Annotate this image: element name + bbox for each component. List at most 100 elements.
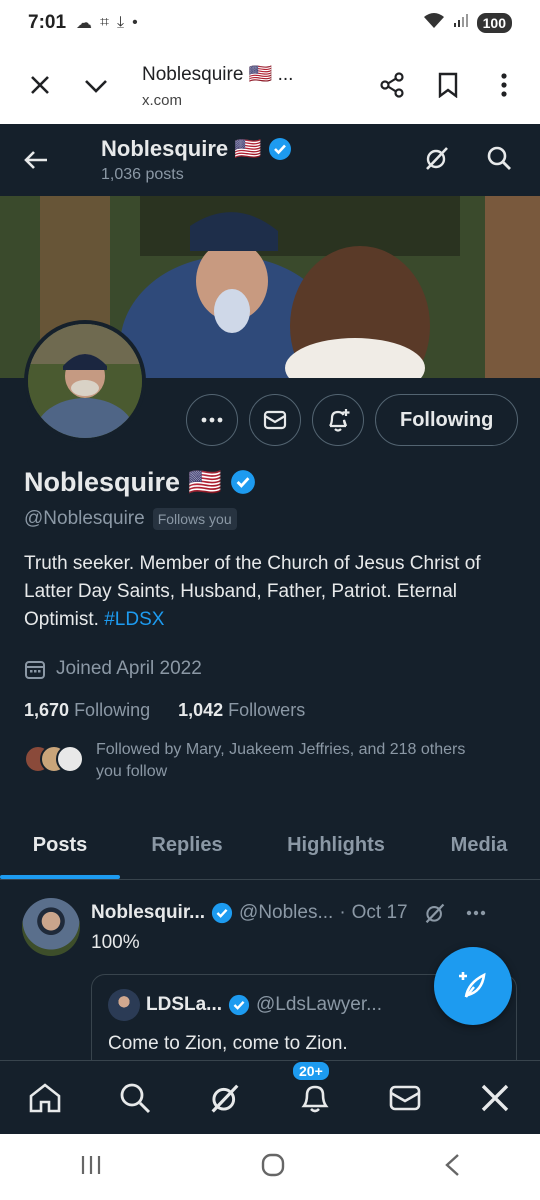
back-nav-button[interactable] [443, 1152, 461, 1183]
following-count-link[interactable]: 1,670 Following [24, 700, 150, 721]
page-title: Noblesquire 🇺🇸 ... [142, 63, 294, 85]
ellipsis-icon [201, 417, 223, 423]
post-author-avatar[interactable] [22, 898, 80, 956]
android-navigation [0, 1134, 540, 1200]
followed-by-row[interactable]: Followed by Mary, Juakeem Jeffries, and … [24, 739, 524, 783]
bell-plus-icon [329, 409, 350, 432]
notifications-badge: 20+ [291, 1059, 331, 1082]
recent-apps-button[interactable] [79, 1154, 103, 1181]
home-circle-icon [261, 1153, 285, 1176]
share-icon [380, 72, 404, 98]
nav-grok[interactable] [195, 1082, 255, 1114]
arrow-left-icon [24, 151, 47, 169]
nav-explore[interactable] [105, 1082, 165, 1114]
joined-date: Joined April 2022 [24, 658, 524, 680]
nav-messages[interactable] [375, 1085, 435, 1111]
download-icon: ⤓ [117, 14, 125, 31]
tab-posts[interactable]: Posts [0, 812, 120, 879]
home-icon [29, 1082, 61, 1112]
quoted-post-text: Come to Zion, come to Zion. [108, 1033, 348, 1054]
nav-notifications[interactable]: 20+ [285, 1059, 345, 1114]
post-date[interactable]: Oct 17 [352, 902, 408, 924]
followed-by-text: Followed by Mary, Juakeem Jeffries, and … [96, 741, 466, 780]
compose-post-button[interactable] [434, 947, 512, 1025]
post-header: Noblesquir... @Nobles... · Oct 17 [91, 902, 486, 924]
chevron-left-icon [445, 1153, 460, 1176]
envelope-icon [263, 410, 287, 430]
x-logo-icon [481, 1084, 509, 1111]
post-text: 100% [91, 932, 140, 953]
screenshot-icon: ⌗ [100, 14, 110, 31]
profile-tabs: Posts Replies Highlights Media [0, 812, 540, 880]
envelope-icon [389, 1085, 421, 1110]
notify-button[interactable] [312, 394, 364, 446]
tab-media[interactable]: Media [418, 812, 540, 879]
grok-icon [426, 146, 448, 170]
verified-badge-icon [211, 902, 233, 924]
grok-button[interactable] [424, 145, 450, 176]
profile-avatar[interactable] [24, 320, 146, 442]
search-button[interactable] [486, 145, 512, 176]
page-url: x.com [142, 91, 183, 109]
share-button[interactable] [364, 72, 420, 98]
more-actions-button[interactable] [186, 394, 238, 446]
nav-x-premium[interactable] [465, 1083, 525, 1113]
nav-home[interactable] [15, 1082, 75, 1114]
signal-icon [453, 12, 469, 34]
handle-row: @Noblesquire Follows you [24, 508, 524, 530]
search-icon [487, 146, 511, 170]
minimize-tab-button[interactable] [68, 73, 124, 97]
status-icons: ☁ ⌗ ⤓ • [76, 13, 138, 33]
bell-icon [301, 1085, 329, 1112]
url-box[interactable]: Noblesquire 🇺🇸 ... x.com [142, 62, 364, 109]
followers-count-link[interactable]: 1,042 Followers [178, 700, 305, 721]
profile-header: Noblesquire 🇺🇸 1,036 posts [0, 124, 540, 196]
profile-actions: Following [186, 394, 519, 446]
quoted-author-handle: @LdsLawyer... [256, 994, 382, 1015]
profile-bio: Truth seeker. Member of the Church of Je… [24, 550, 524, 634]
tab-highlights[interactable]: Highlights [254, 812, 418, 879]
following-count: 1,670 [24, 700, 70, 720]
header-name: Noblesquire 🇺🇸 [101, 136, 292, 162]
status-time: 7:01 [28, 12, 67, 33]
bookmark-icon [438, 72, 458, 98]
profile-name-text: Noblesquire [24, 466, 181, 497]
battery-indicator: 100 [476, 13, 512, 33]
mutual-avatar [56, 745, 84, 773]
bio-hashtag-link[interactable]: #LDSX [104, 609, 164, 630]
chevron-down-icon [85, 80, 107, 93]
search-icon [120, 1083, 151, 1113]
followers-label: Followers [228, 700, 306, 720]
feather-plus-icon [459, 972, 486, 998]
close-icon [31, 76, 49, 94]
quoted-author-name: LDSLa... [146, 994, 223, 1015]
mutual-avatars [24, 745, 84, 773]
verified-badge-icon [228, 994, 250, 1016]
follows-you-badge: Follows you [152, 508, 237, 530]
status-bar: 7:01 ☁ ⌗ ⤓ • 100 [0, 0, 540, 46]
kebab-menu-icon [501, 73, 507, 97]
post-separator: · [339, 902, 346, 923]
header-title-block: Noblesquire 🇺🇸 1,036 posts [101, 136, 292, 184]
tab-replies[interactable]: Replies [120, 812, 254, 879]
close-tab-button[interactable] [12, 73, 68, 97]
bookmark-button[interactable] [420, 72, 476, 98]
verified-badge-icon [230, 470, 255, 494]
back-button[interactable] [0, 149, 72, 171]
flag-icon: 🇺🇸 [234, 136, 262, 161]
grok-icon [211, 1084, 239, 1113]
followers-count: 1,042 [178, 700, 224, 720]
bottom-navigation: 20+ [0, 1059, 540, 1134]
header-posts-count: 1,036 posts [101, 166, 184, 183]
profile-handle: @Noblesquire [24, 508, 145, 529]
grok-icon[interactable] [424, 902, 446, 924]
more-options-button[interactable] [476, 72, 532, 98]
following-label: Following [74, 700, 151, 720]
following-button[interactable]: Following [375, 394, 519, 446]
post-more-icon[interactable] [466, 910, 486, 916]
message-button[interactable] [249, 394, 301, 446]
cloud-icon: ☁ [76, 15, 93, 32]
post-author-name[interactable]: Noblesquir... [91, 902, 205, 924]
flag-icon: 🇺🇸 [188, 467, 222, 497]
home-nav-button[interactable] [260, 1152, 286, 1183]
